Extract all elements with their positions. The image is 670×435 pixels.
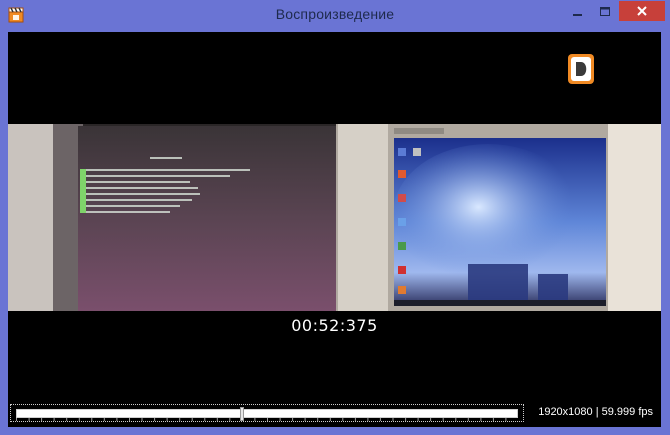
seek-tick (179, 418, 181, 421)
seek-ticks (16, 418, 507, 421)
seek-tick (417, 418, 419, 421)
minimize-icon (573, 14, 582, 16)
seek-tick (41, 418, 43, 421)
seek-tick (342, 418, 344, 421)
seek-tick (505, 418, 507, 421)
seek-tick (379, 418, 381, 421)
d-logo-icon (568, 54, 594, 84)
timecode: 00:52:375 (291, 316, 378, 335)
seek-tick (78, 418, 80, 421)
seek-tick (267, 418, 268, 421)
close-button[interactable] (619, 1, 665, 21)
seek-bar[interactable] (10, 404, 524, 422)
seek-tick (91, 418, 93, 421)
seek-tick (467, 418, 469, 421)
control-bar: 1920x1080 | 59.999 fps (8, 397, 661, 427)
maximize-button[interactable] (592, 1, 618, 21)
seek-tick (405, 418, 407, 421)
seek-tick (317, 418, 319, 421)
maximize-icon (600, 7, 610, 16)
seek-tick (329, 418, 331, 421)
seek-tick (103, 418, 105, 421)
video-area[interactable]: 00:52:375 (8, 32, 661, 397)
seek-tick (292, 418, 294, 421)
seek-tick (442, 418, 444, 421)
seek-tick (141, 418, 143, 421)
seek-tick (28, 418, 30, 421)
seek-tick (229, 418, 231, 421)
playback-window: Воспроизведение 00:52:375 1920x1080 | 59… (0, 0, 670, 435)
seek-tick (66, 418, 68, 421)
seek-tick (430, 418, 432, 421)
seek-tick (116, 418, 118, 421)
seek-thumb[interactable] (239, 407, 244, 421)
seek-tick (204, 418, 206, 421)
seek-tick (216, 418, 218, 421)
seek-tick (304, 418, 306, 421)
seek-tick (480, 418, 482, 421)
seek-tick (191, 418, 193, 421)
seek-tick (166, 418, 168, 421)
seek-tick (492, 418, 494, 421)
seek-tick (367, 418, 369, 421)
seek-tick (279, 418, 281, 421)
seek-tick (254, 418, 256, 421)
minimize-button[interactable] (565, 1, 591, 21)
resolution-fps-label: 1920x1080 | 59.999 fps (538, 406, 653, 418)
seek-tick (53, 418, 55, 421)
seek-tick (154, 418, 156, 421)
seek-tick (16, 418, 17, 421)
seek-tick (455, 418, 457, 421)
close-icon (637, 6, 647, 16)
seek-tick (129, 418, 130, 421)
seek-tick (392, 418, 394, 421)
seek-track[interactable] (16, 409, 518, 418)
seek-tick (354, 418, 356, 421)
video-frame (8, 124, 661, 311)
title-bar[interactable]: Воспроизведение (0, 0, 670, 32)
